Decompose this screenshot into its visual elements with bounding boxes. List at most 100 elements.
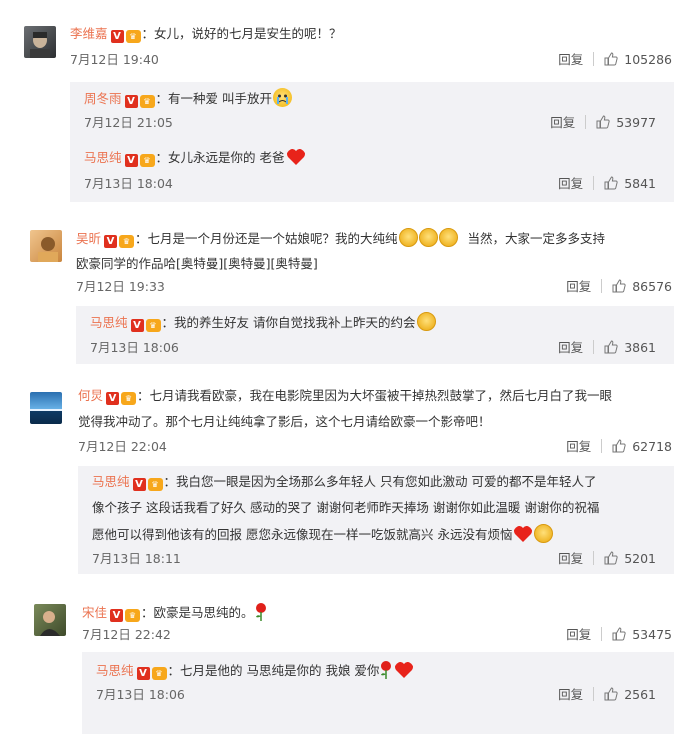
reply-list: 马思纯 V ♛ ：七月是他的 马思纯是你的 我娘 爱你 7月13日 18:06 回复 2… [82, 652, 674, 734]
timestamp: 7月12日 19:33 [76, 279, 165, 294]
like-button[interactable]: 5201 [604, 551, 656, 566]
crying-face-icon [273, 88, 292, 107]
reply-text: 像个孩子 这段话我看了好久 感动的哭了 谢谢何老师昨天捧场 谢谢你如此温暖 谢谢… [92, 500, 600, 515]
like-button[interactable]: 53977 [596, 115, 656, 130]
verified-icon: V [104, 235, 118, 248]
reply-button[interactable]: 回复 [558, 52, 583, 67]
reply-line: 像个孩子 这段话我看了好久 感动的哭了 谢谢何老师昨天捧场 谢谢你如此温暖 谢谢… [92, 498, 599, 518]
verified-icon: V [130, 319, 144, 332]
crown-icon: ♛ [119, 235, 135, 248]
reply-button[interactable]: 回复 [566, 627, 591, 642]
divider [593, 52, 595, 66]
divider [585, 115, 587, 129]
comment-actions: 回复 86576 [566, 278, 672, 296]
like-count: 3861 [624, 340, 656, 355]
rose-icon [381, 661, 392, 679]
username-link[interactable]: 吴昕 [76, 231, 101, 246]
reply-button[interactable]: 回复 [558, 687, 583, 702]
reply-line: 马思纯 V ♛ ：女儿永远是你的 老爸 [84, 148, 306, 168]
comment-card-3: 何炅 V ♛ ：七月请我看欧豪，我在电影院里因为大坏蛋被干掉热烈鼓掌了，然后七月白了我… [12, 378, 688, 578]
timestamp: 7月12日 22:04 [78, 439, 167, 454]
avatar[interactable] [30, 230, 62, 262]
like-count: 2561 [624, 687, 656, 702]
like-button[interactable]: 2561 [604, 687, 656, 702]
heart-icon [514, 526, 533, 542]
grumpy-face-icon [416, 312, 436, 331]
reply-actions: 回复 3861 [558, 339, 656, 357]
reply-list: 周冬雨 V ♛ ：有一种爱 叫手放开 7月12日 21:05 回复 53977 马思纯 V… [70, 82, 674, 202]
like-count: 5201 [624, 551, 656, 566]
verified-icon: V [106, 392, 120, 405]
timestamp: 7月13日 18:11 [92, 551, 181, 566]
verified-icon: V [132, 478, 146, 491]
like-button[interactable]: 53475 [612, 627, 672, 642]
heart-icon [395, 662, 414, 678]
divider [601, 439, 603, 453]
laughing-face-icon [418, 228, 438, 247]
comment-line: 李维嘉 V ♛ ：女儿，说好的七月是安生的呢！？ [70, 24, 342, 44]
username-link[interactable]: 马思纯 [96, 663, 134, 678]
like-count: 62718 [632, 439, 672, 454]
verified-icon: V [124, 95, 138, 108]
reply-button[interactable]: 回复 [550, 115, 575, 130]
like-count: 53977 [616, 115, 656, 130]
rose-icon [255, 603, 266, 621]
reply-button[interactable]: 回复 [558, 340, 583, 355]
username-link[interactable]: 李维嘉 [70, 26, 108, 41]
thumbs-up-icon [604, 687, 618, 701]
like-button[interactable]: 62718 [612, 439, 672, 454]
thumbs-up-icon [604, 340, 618, 354]
reply-button[interactable]: 回复 [558, 176, 583, 191]
username-link[interactable]: 周冬雨 [84, 91, 122, 106]
username-link[interactable]: 何炅 [78, 388, 103, 403]
reply-button[interactable]: 回复 [566, 439, 591, 454]
divider [601, 279, 603, 293]
like-button[interactable]: 3861 [604, 340, 656, 355]
crown-icon: ♛ [125, 609, 141, 622]
avatar[interactable] [24, 26, 56, 58]
reply-line: 马思纯 V ♛ ：七月是他的 马思纯是你的 我娘 爱你 [96, 660, 414, 681]
username-link[interactable]: 马思纯 [84, 150, 122, 165]
reply-actions: 回复 53977 [550, 114, 656, 132]
reply-text: ：女儿永远是你的 老爸 [155, 150, 285, 165]
verified-icon: V [136, 667, 150, 680]
comment-line: 觉得我冲动了。那个七月让纯纯拿了影后，这个七月请给欧豪一个影帝吧！ [78, 412, 491, 432]
reply-button[interactable]: 回复 [566, 279, 591, 294]
verified-icon: V [110, 609, 124, 622]
comment-card-1: 李维嘉 V ♛ ：女儿，说好的七月是安生的呢！？ 7月12日 19:40 回复 1052… [12, 12, 688, 204]
laughing-face-icon [398, 228, 418, 247]
like-count: 105286 [624, 52, 672, 67]
like-button[interactable]: 105286 [604, 52, 672, 67]
reply-line: 周冬雨 V ♛ ：有一种爱 叫手放开 [84, 88, 292, 109]
avatar-image [38, 237, 58, 262]
comment-actions: 回复 105286 [558, 51, 672, 69]
comment-text: 当然，大家一定多多支持 [467, 231, 606, 246]
avatar-image [30, 32, 50, 58]
reply-actions: 回复 5841 [558, 175, 656, 193]
reply-text: 愿他可以得到他该有的回报 愿您永远像现在一样一吃饭就高兴 永远没有烦恼 [92, 527, 513, 542]
username-link[interactable]: 宋佳 [82, 605, 107, 620]
thumbs-up-icon [596, 115, 610, 129]
username-link[interactable]: 马思纯 [90, 315, 128, 330]
comment-line: 宋佳 V ♛ ：欧豪是马思纯的。 [82, 602, 268, 623]
comment-text: ：女儿，说好的七月是安生的呢！？ [141, 26, 342, 41]
comment-line: 欧豪同学的作品哈[奥特曼][奥特曼][奥特曼] [76, 254, 318, 274]
avatar-image [40, 611, 60, 636]
avatar[interactable] [34, 604, 66, 636]
reply-actions: 回复 2561 [558, 686, 656, 704]
avatar[interactable] [30, 392, 62, 424]
username-link[interactable]: 马思纯 [92, 474, 130, 489]
comment-actions: 回复 53475 [566, 626, 672, 644]
reply-button[interactable]: 回复 [558, 551, 583, 566]
crown-icon: ♛ [121, 392, 137, 405]
like-button[interactable]: 86576 [612, 279, 672, 294]
timestamp: 7月13日 18:04 [84, 176, 173, 191]
verified-icon: V [124, 154, 138, 167]
thumbs-up-icon [612, 627, 626, 641]
comment-line: 吴昕 V ♛ ：七月是一个月份还是一个姑娘呢？我的大纯纯 当然，大家一定多多支持 [76, 228, 605, 249]
like-count: 53475 [632, 627, 672, 642]
reply-line: 马思纯 V ♛ ：我的养生好友 请你自觉找我补上昨天的约会 [90, 312, 436, 333]
laughing-face-icon [438, 228, 458, 247]
thumbs-up-icon [612, 279, 626, 293]
like-button[interactable]: 5841 [604, 176, 656, 191]
